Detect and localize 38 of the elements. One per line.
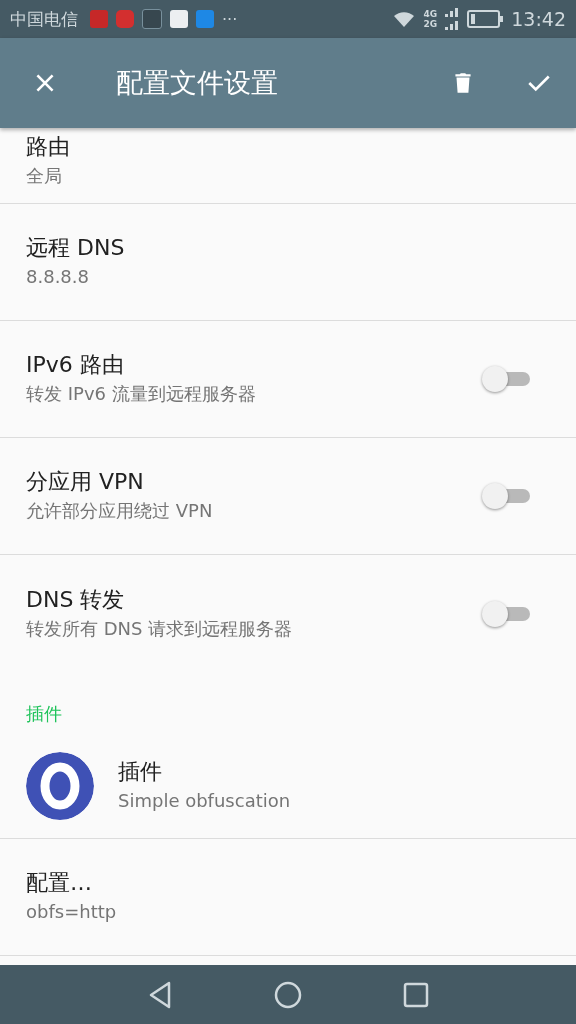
signal-icon — [445, 7, 460, 31]
preference-row[interactable]: 配置… obfs=http — [0, 839, 576, 956]
preference-title: 分应用 VPN — [26, 468, 145, 496]
preference-summary: 转发 IPv6 流量到远程服务器 — [26, 382, 257, 406]
plugin-icon — [26, 752, 94, 820]
clock: 13:42 — [511, 8, 566, 30]
network-type: 4G — [423, 9, 438, 19]
preference-row[interactable]: DNS 转发 转发所有 DNS 请求到远程服务器 — [0, 555, 576, 672]
preference-summary: obfs=http — [26, 900, 118, 924]
notification-icon — [170, 10, 188, 28]
preference-title: 远程 DNS — [26, 234, 126, 262]
screen-title: 配置文件设置 — [116, 66, 279, 100]
preference-title: 路由 — [26, 133, 71, 161]
more-notifications: ··· — [222, 9, 238, 29]
preference-row[interactable]: 路由 全局 — [0, 128, 576, 204]
notification-icon — [116, 10, 134, 28]
preference-title: 配置… — [26, 869, 93, 897]
wifi-icon — [391, 10, 416, 28]
preference-summary: Simple obfuscation — [118, 789, 292, 813]
preference-row[interactable]: 远程 DNS 8.8.8.8 — [0, 204, 576, 321]
preference-summary: 转发所有 DNS 请求到远程服务器 — [26, 616, 294, 641]
carrier-name: 中国电信 — [10, 7, 78, 31]
home-icon[interactable] — [273, 979, 303, 1010]
preference-row[interactable]: 分应用 VPN 允许部分应用绕过 VPN — [0, 438, 576, 555]
preference-title: DNS 转发 — [26, 585, 126, 614]
notification-icon — [90, 10, 108, 28]
preference-summary: 全局 — [26, 164, 63, 188]
network-type: 2G — [423, 19, 438, 29]
notification-icon — [142, 9, 162, 29]
battery-icon — [467, 10, 504, 28]
preference-title: 插件 — [118, 758, 163, 786]
preference-summary: 8.8.8.8 — [26, 265, 90, 289]
category-header: 插件 — [25, 702, 63, 726]
preference-row[interactable]: IPv6 路由 转发 IPv6 流量到远程服务器 — [0, 321, 576, 438]
preference-title: IPv6 路由 — [26, 351, 125, 379]
preference-row[interactable]: 插件 Simple obfuscation — [0, 734, 576, 839]
preference-summary: 允许部分应用绕过 VPN — [26, 499, 214, 523]
notification-icon — [196, 10, 214, 28]
